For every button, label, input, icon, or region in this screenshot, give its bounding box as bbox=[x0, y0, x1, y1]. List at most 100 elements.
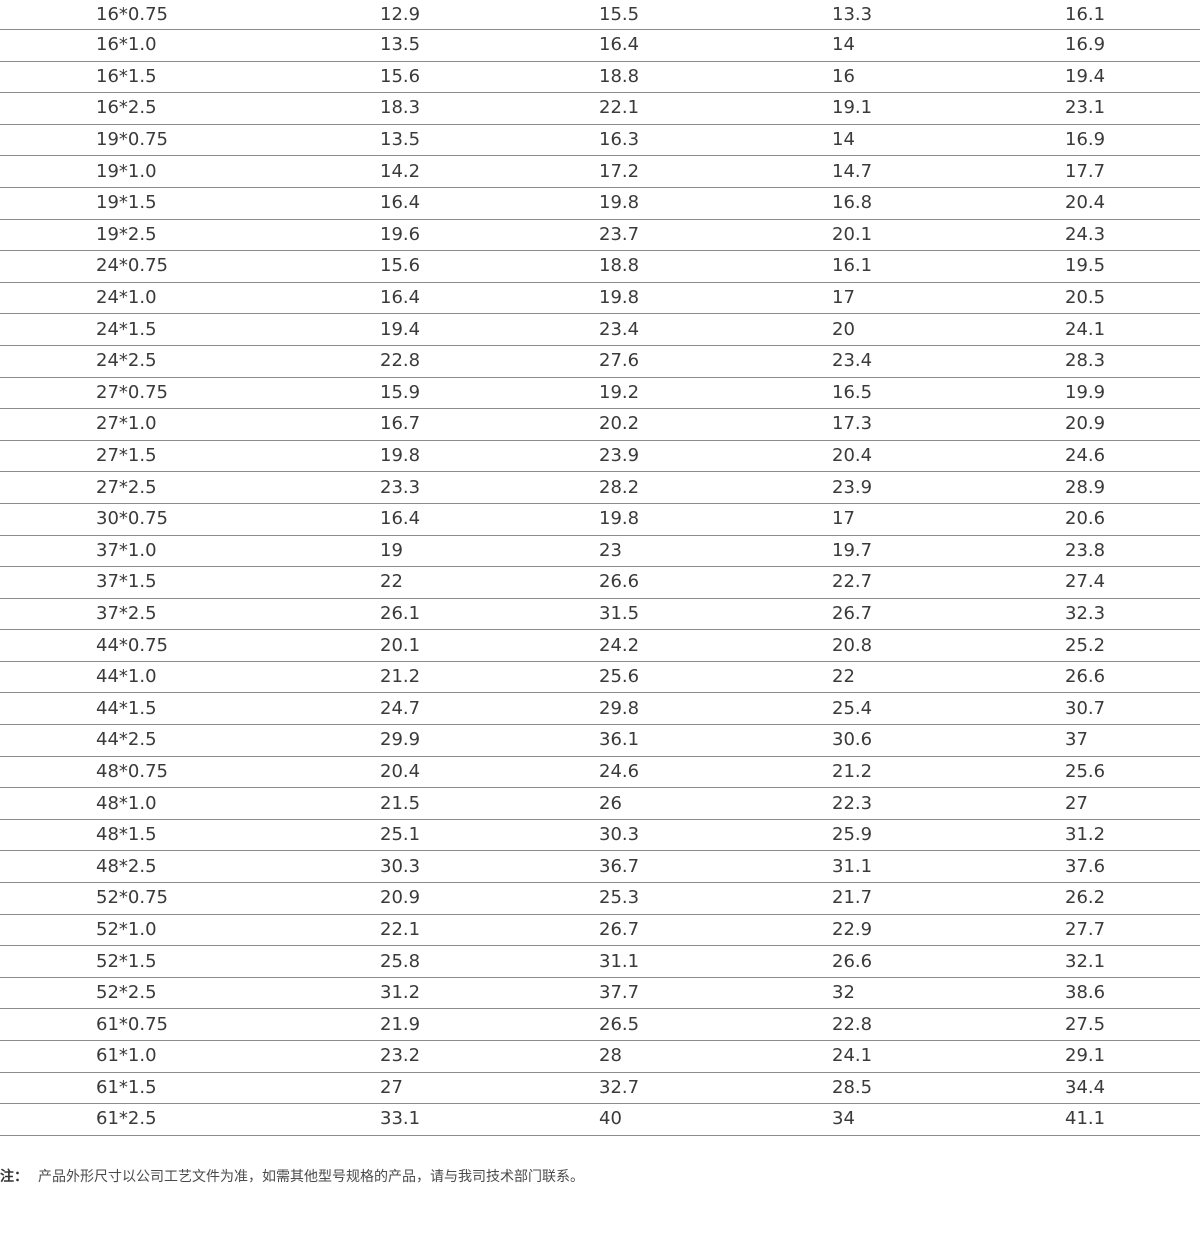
table-row: 48*2.5 30.3 36.7 31.1 37.6 bbox=[0, 850, 1200, 884]
spec-cell: 61*2.5 bbox=[0, 1103, 380, 1136]
spec-cell: 19*2.5 bbox=[0, 219, 380, 252]
value-cell-4: 16.9 bbox=[1065, 29, 1200, 62]
value-cell-3: 28.5 bbox=[832, 1072, 1065, 1105]
table-row: 19*1.0 14.2 17.2 14.7 17.7 bbox=[0, 155, 1200, 188]
spec-cell: 52*0.75 bbox=[0, 882, 380, 915]
value-cell-2: 27.6 bbox=[599, 345, 832, 378]
value-cell-2: 25.3 bbox=[599, 882, 832, 915]
value-cell-4: 19.4 bbox=[1065, 61, 1200, 94]
value-cell-4: 19.9 bbox=[1065, 377, 1200, 410]
table-row: 52*0.75 20.9 25.3 21.7 26.2 bbox=[0, 882, 1200, 915]
value-cell-3: 20.1 bbox=[832, 219, 1065, 252]
value-cell-1: 27 bbox=[380, 1072, 599, 1105]
value-cell-3: 22.7 bbox=[832, 566, 1065, 599]
value-cell-4: 24.3 bbox=[1065, 219, 1200, 252]
value-cell-4: 24.1 bbox=[1065, 313, 1200, 346]
value-cell-2: 23 bbox=[599, 535, 832, 568]
value-cell-1: 20.4 bbox=[380, 756, 599, 789]
spec-cell: 44*0.75 bbox=[0, 629, 380, 662]
value-cell-2: 28.2 bbox=[599, 471, 832, 504]
value-cell-1: 19.8 bbox=[380, 440, 599, 473]
value-cell-1: 29.9 bbox=[380, 724, 599, 757]
value-cell-1: 16.4 bbox=[380, 503, 599, 536]
value-cell-1: 25.1 bbox=[380, 819, 599, 852]
spec-cell: 24*1.0 bbox=[0, 282, 380, 315]
spec-cell: 37*1.5 bbox=[0, 566, 380, 599]
table-row: 48*0.75 20.4 24.6 21.2 25.6 bbox=[0, 756, 1200, 789]
value-cell-3: 14 bbox=[832, 29, 1065, 62]
value-cell-4: 23.8 bbox=[1065, 535, 1200, 568]
footnote-text: 产品外形尺寸以公司工艺文件为准，如需其他型号规格的产品，请与我司技术部门联系。 bbox=[38, 1169, 584, 1185]
value-cell-2: 25.6 bbox=[599, 661, 832, 694]
value-cell-3: 20 bbox=[832, 313, 1065, 346]
value-cell-2: 37.7 bbox=[599, 977, 832, 1010]
value-cell-4: 32.3 bbox=[1065, 598, 1200, 631]
value-cell-4: 20.6 bbox=[1065, 503, 1200, 536]
value-cell-2: 26.7 bbox=[599, 914, 832, 947]
value-cell-2: 19.8 bbox=[599, 282, 832, 315]
table-row: 16*1.5 15.6 18.8 16 19.4 bbox=[0, 61, 1200, 94]
table-row: 24*0.75 15.6 18.8 16.1 19.5 bbox=[0, 250, 1200, 283]
table-row: 61*1.0 23.2 28 24.1 29.1 bbox=[0, 1040, 1200, 1073]
value-cell-3: 22.9 bbox=[832, 914, 1065, 947]
table-row: 44*1.5 24.7 29.8 25.4 30.7 bbox=[0, 692, 1200, 726]
value-cell-4: 24.6 bbox=[1065, 440, 1200, 473]
value-cell-3: 16.5 bbox=[832, 377, 1065, 410]
value-cell-4: 41.1 bbox=[1065, 1103, 1200, 1136]
value-cell-2: 20.2 bbox=[599, 408, 832, 441]
spec-cell: 61*1.0 bbox=[0, 1040, 380, 1073]
value-cell-4: 16.1 bbox=[1065, 0, 1200, 30]
value-cell-1: 22.8 bbox=[380, 345, 599, 378]
value-cell-4: 16.9 bbox=[1065, 124, 1200, 157]
value-cell-1: 33.1 bbox=[380, 1103, 599, 1136]
value-cell-1: 13.5 bbox=[380, 29, 599, 62]
value-cell-3: 20.4 bbox=[832, 440, 1065, 473]
spec-cell: 16*1.5 bbox=[0, 61, 380, 94]
value-cell-2: 16.3 bbox=[599, 124, 832, 157]
table-row: 52*1.5 25.8 31.1 26.6 32.1 bbox=[0, 945, 1200, 978]
spec-cell: 27*1.5 bbox=[0, 440, 380, 473]
value-cell-4: 37 bbox=[1065, 724, 1200, 757]
value-cell-1: 21.9 bbox=[380, 1008, 599, 1041]
value-cell-4: 30.7 bbox=[1065, 692, 1200, 726]
spec-cell: 52*1.0 bbox=[0, 914, 380, 947]
spec-cell: 37*1.0 bbox=[0, 535, 380, 568]
table-row: 27*2.5 23.3 28.2 23.9 28.9 bbox=[0, 471, 1200, 504]
table-row: 16*0.75 12.9 15.5 13.3 16.1 bbox=[0, 0, 1200, 30]
table-row: 16*2.5 18.3 22.1 19.1 23.1 bbox=[0, 92, 1200, 125]
spec-table-body: 16*0.75 12.9 15.5 13.3 16.1 16*1.0 13.5 16.4 14 1… bbox=[0, 0, 1200, 1136]
value-cell-2: 36.7 bbox=[599, 850, 832, 884]
table-row: 37*1.0 19 23 19.7 23.8 bbox=[0, 535, 1200, 568]
table-row: 37*2.5 26.1 31.5 26.7 32.3 bbox=[0, 598, 1200, 631]
spec-table: 16*0.75 12.9 15.5 13.3 16.1 16*1.0 13.5 16.4 14 1… bbox=[0, 0, 1200, 1136]
value-cell-1: 26.1 bbox=[380, 598, 599, 631]
value-cell-1: 22.1 bbox=[380, 914, 599, 947]
value-cell-4: 26.2 bbox=[1065, 882, 1200, 915]
spec-cell: 48*1.5 bbox=[0, 819, 380, 852]
value-cell-2: 23.7 bbox=[599, 219, 832, 252]
value-cell-4: 38.6 bbox=[1065, 977, 1200, 1010]
value-cell-4: 28.3 bbox=[1065, 345, 1200, 378]
value-cell-4: 27.7 bbox=[1065, 914, 1200, 947]
value-cell-2: 16.4 bbox=[599, 29, 832, 62]
value-cell-4: 37.6 bbox=[1065, 850, 1200, 884]
value-cell-2: 26 bbox=[599, 787, 832, 820]
value-cell-3: 25.9 bbox=[832, 819, 1065, 852]
value-cell-3: 17 bbox=[832, 503, 1065, 536]
spec-cell: 30*0.75 bbox=[0, 503, 380, 536]
value-cell-4: 34.4 bbox=[1065, 1072, 1200, 1105]
value-cell-3: 32 bbox=[832, 977, 1065, 1010]
value-cell-1: 16.7 bbox=[380, 408, 599, 441]
value-cell-3: 19.7 bbox=[832, 535, 1065, 568]
spec-cell: 48*0.75 bbox=[0, 756, 380, 789]
spec-cell: 44*1.0 bbox=[0, 661, 380, 694]
table-row: 16*1.0 13.5 16.4 14 16.9 bbox=[0, 29, 1200, 62]
value-cell-3: 14 bbox=[832, 124, 1065, 157]
spec-cell: 37*2.5 bbox=[0, 598, 380, 631]
value-cell-3: 16.1 bbox=[832, 250, 1065, 283]
value-cell-1: 15.6 bbox=[380, 250, 599, 283]
table-row: 44*2.5 29.9 36.1 30.6 37 bbox=[0, 724, 1200, 757]
value-cell-2: 30.3 bbox=[599, 819, 832, 852]
spec-cell: 27*1.0 bbox=[0, 408, 380, 441]
value-cell-4: 23.1 bbox=[1065, 92, 1200, 125]
